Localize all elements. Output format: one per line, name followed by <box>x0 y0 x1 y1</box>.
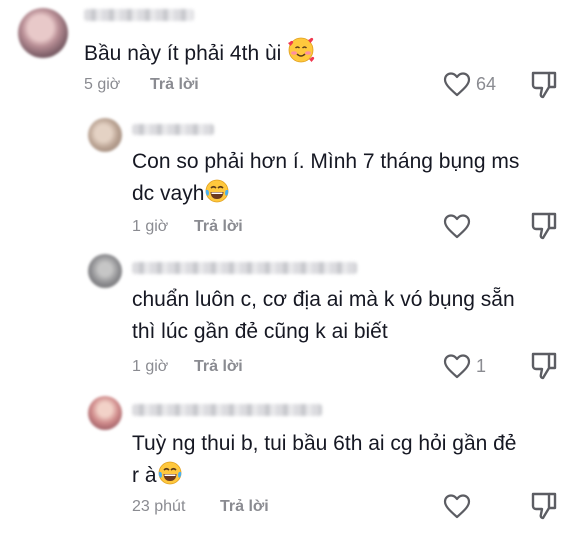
avatar[interactable] <box>18 8 68 58</box>
comment-text-line: Con so phải hơn í. Mình 7 tháng bụng ms <box>132 150 520 173</box>
reply-comment-item: chuẩn luôn c, cơ địa ai mà k vó bụng sẵn… <box>0 250 580 390</box>
like-count: 64 <box>476 74 497 94</box>
heart-outline-icon[interactable] <box>443 213 471 239</box>
comment-text: Bầu này ít phải 4th ùi <box>84 36 315 74</box>
username-blurred[interactable] <box>84 9 194 21</box>
comment-text-line: thì lúc gần đẻ cũng k ai biết <box>132 320 388 343</box>
username-blurred[interactable] <box>132 404 322 416</box>
comment-time: 23 phút <box>132 498 186 515</box>
face-with-tears-of-joy-icon <box>157 460 183 496</box>
comment-text-line: Bầu này ít phải 4th ùi <box>84 42 282 65</box>
comment-text-line: Tuỳ ng thui b, tui bầu 6th ai cg hỏi gần… <box>132 432 517 455</box>
heart-outline-icon[interactable] <box>443 353 471 379</box>
comment-text: Tuỳ ng thui b, tui bầu 6th ai cg hỏi gần… <box>132 428 517 496</box>
heart-outline-icon[interactable] <box>443 71 471 97</box>
avatar[interactable] <box>88 118 122 152</box>
comment-text-line: chuẩn luôn c, cơ địa ai mà k vó bụng sẵn <box>132 288 515 311</box>
username-blurred[interactable] <box>132 124 214 135</box>
reply-button[interactable]: Trả lời <box>220 498 269 516</box>
comment-text-line: dc vayh <box>132 178 519 214</box>
comment-item: Bầu này ít phải 4th ùi 5 giờ Trả lời 64 <box>0 0 580 110</box>
face-with-tears-of-joy-icon <box>204 178 230 214</box>
reply-button[interactable]: Trả lời <box>150 76 199 94</box>
comment-text: chuẩn luôn c, cơ địa ai mà k vó bụng sẵn… <box>132 284 515 348</box>
username-blurred[interactable] <box>132 262 357 274</box>
reply-button[interactable]: Trả lời <box>194 358 243 376</box>
comment-time: 5 giờ <box>84 76 121 93</box>
comment-time: 1 giờ <box>132 358 169 375</box>
avatar[interactable] <box>88 254 122 288</box>
reply-comment-item: Tuỳ ng thui b, tui bầu 6th ai cg hỏi gần… <box>0 390 580 538</box>
comment-text-line: r à <box>132 460 517 496</box>
thumbs-down-outline-icon[interactable] <box>530 70 558 100</box>
reply-button[interactable]: Trả lời <box>194 218 243 236</box>
smiling-face-with-hearts-icon <box>287 36 315 74</box>
thumbs-down-outline-icon[interactable] <box>530 491 558 521</box>
heart-outline-icon[interactable] <box>443 493 471 519</box>
like-count: 1 <box>476 356 487 376</box>
thumbs-down-outline-icon[interactable] <box>530 351 558 381</box>
comment-time: 1 giờ <box>132 218 169 235</box>
reply-comment-item: Con so phải hơn í. Mình 7 tháng bụng ms … <box>0 110 580 250</box>
avatar[interactable] <box>88 396 122 430</box>
thumbs-down-outline-icon[interactable] <box>530 211 558 241</box>
comment-text: Con so phải hơn í. Mình 7 tháng bụng ms … <box>132 146 519 214</box>
